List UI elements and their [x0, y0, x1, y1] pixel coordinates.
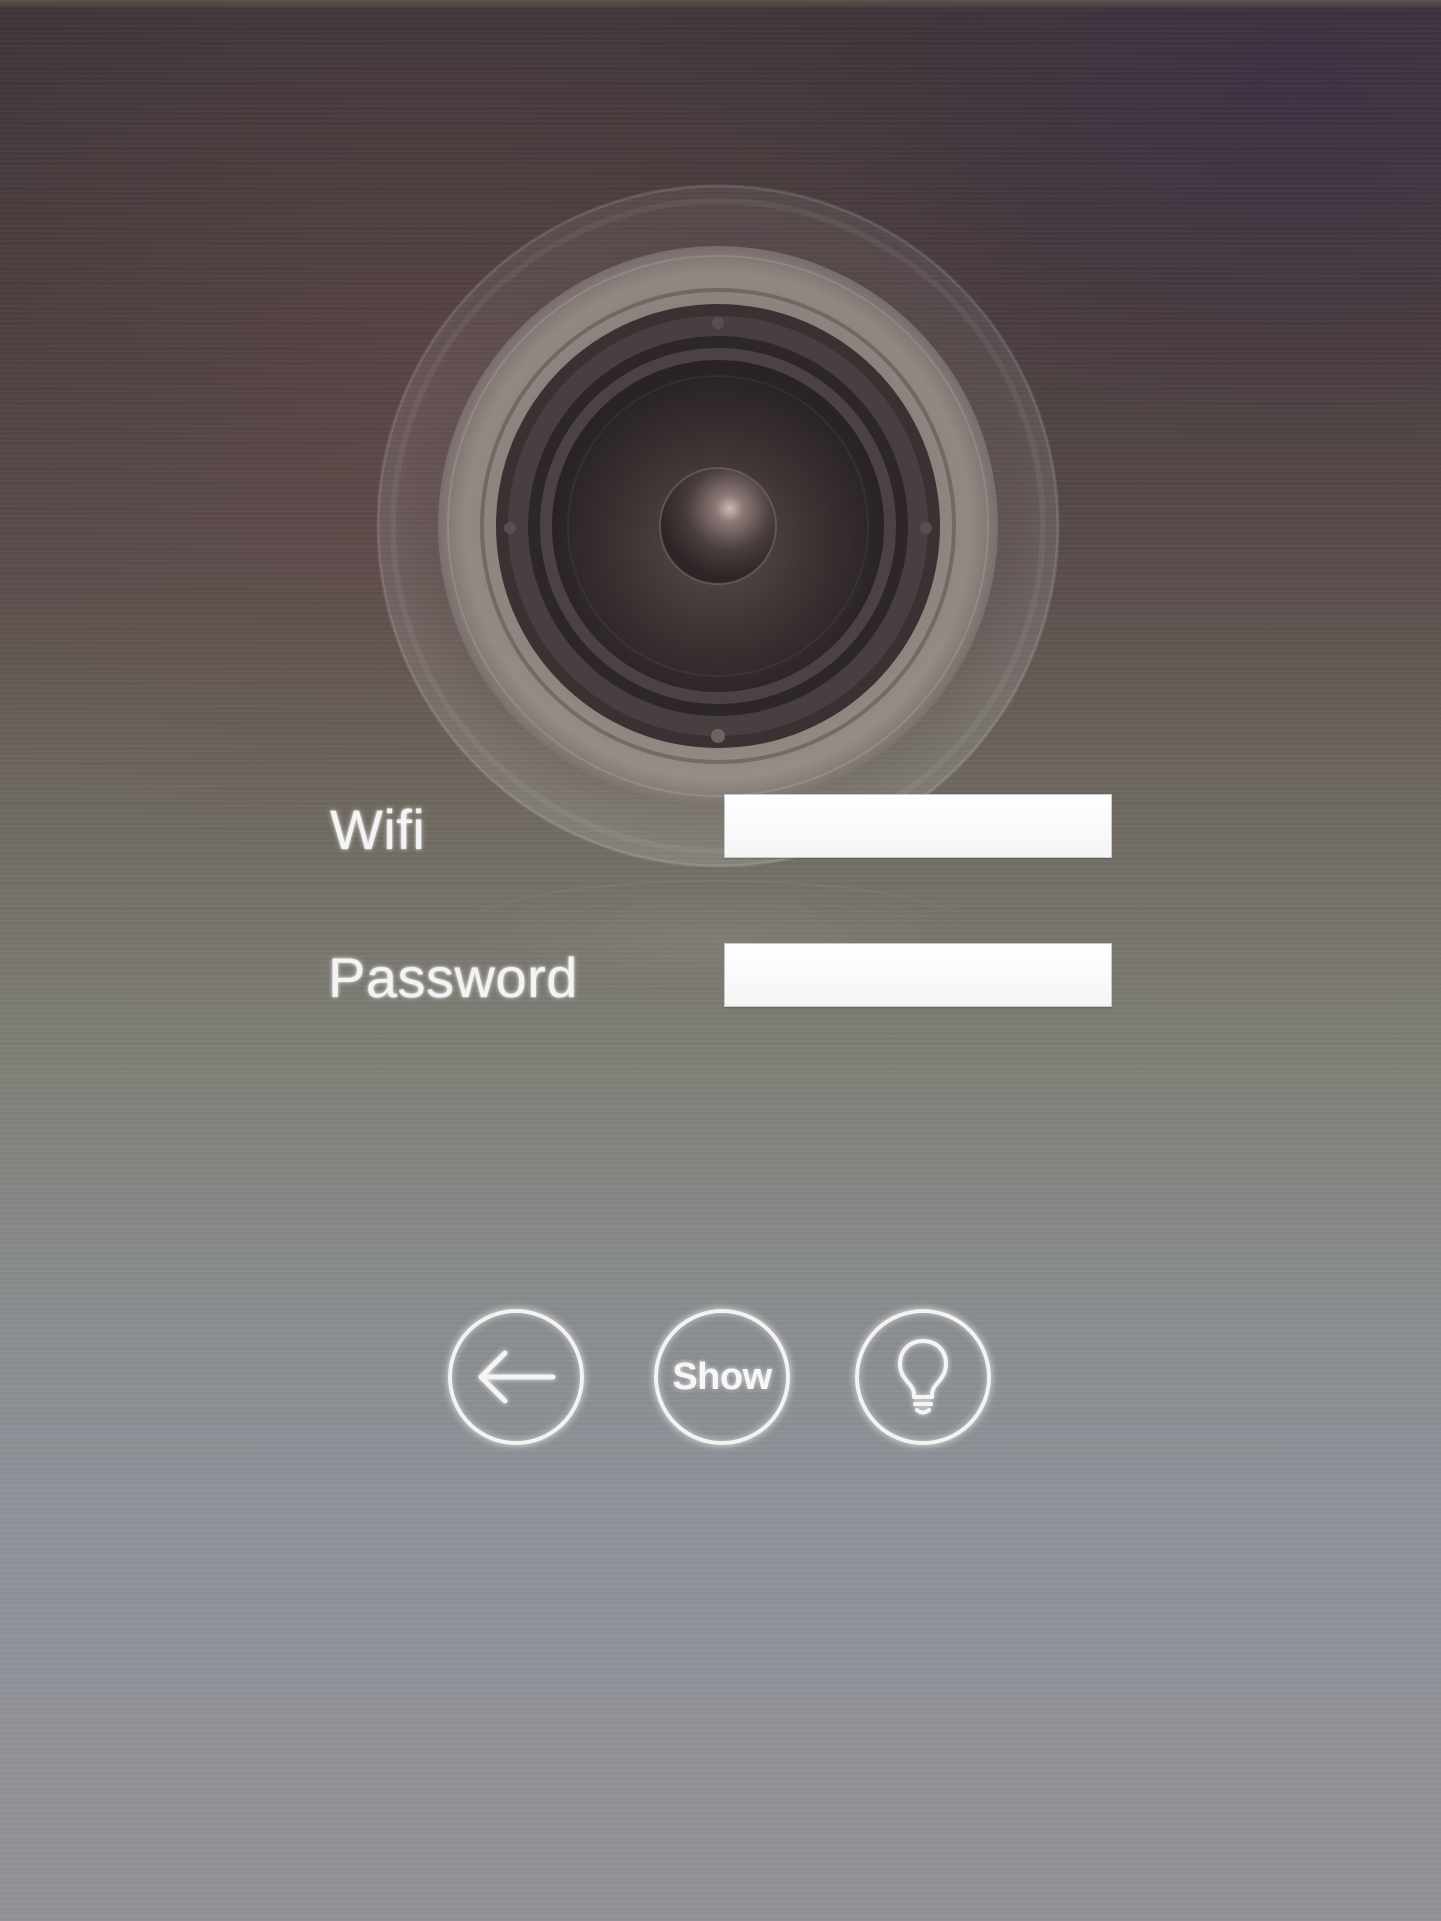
speaker-illustration [376, 184, 1060, 868]
lightbulb-icon [893, 1335, 953, 1419]
wifi-label: Wifi [330, 798, 426, 861]
wifi-input[interactable] [724, 794, 1112, 858]
show-password-button[interactable]: Show [654, 1309, 790, 1445]
password-input[interactable] [724, 943, 1112, 1007]
show-button-label: Show [672, 1355, 772, 1398]
password-label: Password [328, 946, 578, 1009]
top-edge-highlight [0, 0, 1441, 10]
arrow-left-icon [473, 1347, 559, 1407]
back-button[interactable] [448, 1309, 584, 1445]
hint-button[interactable] [855, 1309, 991, 1445]
